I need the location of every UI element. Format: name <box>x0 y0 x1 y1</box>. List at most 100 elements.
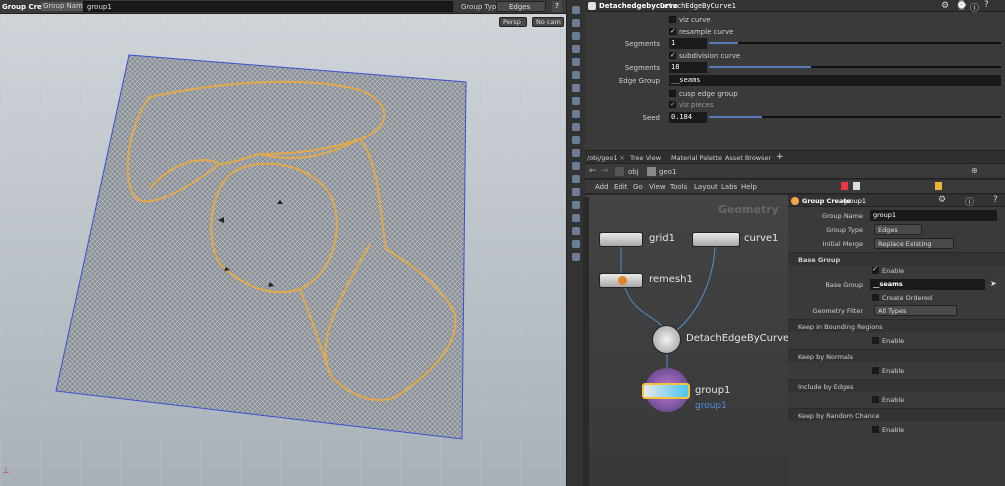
menu-view[interactable]: View <box>649 183 666 191</box>
menu-layout[interactable]: Layout <box>694 183 718 191</box>
path-obj[interactable]: obj <box>628 168 639 176</box>
add-tab-icon[interactable]: + <box>776 152 784 162</box>
group-type-dropdown[interactable]: Edges <box>496 1 546 12</box>
detach-node[interactable] <box>652 325 681 354</box>
tab-material-palette[interactable]: Material Palette <box>671 154 722 162</box>
back-icon[interactable]: ← <box>589 166 597 176</box>
parameter-pane: Detachedgebycurve DetachEdgeByCurve1 ⚙ ⌚… <box>585 0 1005 150</box>
menu-add[interactable]: Add <box>595 183 609 191</box>
handle-icon[interactable] <box>572 175 580 183</box>
curve1-node[interactable] <box>692 232 740 247</box>
gc-help-icon[interactable]: ? <box>993 195 998 205</box>
gc-edges-section[interactable]: Include by Edges <box>788 379 1005 392</box>
grid1-node[interactable] <box>599 232 643 247</box>
geo-icon <box>647 167 656 176</box>
viz-pieces-checkbox[interactable]: ✓ <box>669 101 676 108</box>
node-flag-icon[interactable] <box>841 182 848 190</box>
menu-help[interactable]: Help <box>741 183 757 191</box>
segments-label: Segments <box>624 40 660 48</box>
gc-initial-merge-dropdown[interactable]: Replace Existing <box>874 238 954 249</box>
segments2-input[interactable]: 18 <box>669 62 707 73</box>
segments-input[interactable]: 1 <box>669 38 707 49</box>
scope-icon[interactable] <box>572 240 580 248</box>
viz-pieces-label: viz pieces <box>679 101 714 109</box>
edge-group-input[interactable]: __seams <box>669 75 1001 86</box>
normals-icon[interactable] <box>572 123 580 131</box>
ortho-icon[interactable] <box>572 162 580 170</box>
camera-icon[interactable] <box>572 84 580 92</box>
group-name-input[interactable]: group1 <box>83 1 453 12</box>
menu-go[interactable]: Go <box>633 183 643 191</box>
pin-path-icon[interactable]: ⊕ <box>971 166 978 175</box>
gc-gear-icon[interactable]: ⚙ <box>938 195 946 205</box>
seed-input[interactable]: 0.184 <box>669 112 707 123</box>
lock-icon[interactable] <box>572 227 580 235</box>
cusp-edge-group-checkbox[interactable] <box>669 90 676 97</box>
tab-asset-browser[interactable]: Asset Browser <box>725 154 771 162</box>
gear-icon[interactable]: ⚙ <box>941 1 949 11</box>
gc-bounding-section[interactable]: Keep in Bounding Regions <box>788 319 1005 332</box>
grid-icon[interactable] <box>572 149 580 157</box>
gc-info-icon[interactable]: ⓘ <box>965 195 974 208</box>
network-box-icon[interactable] <box>853 182 860 190</box>
menu-tools[interactable]: Tools <box>670 183 687 191</box>
layers-icon[interactable] <box>572 214 580 222</box>
select-tool-icon[interactable] <box>572 6 580 14</box>
network-menubar: Add Edit Go View Tools Layout Labs Help <box>585 180 1005 194</box>
help-button-icon[interactable]: ? <box>984 0 989 10</box>
subdivision-curve-label: subdivision curve <box>679 52 741 60</box>
menu-labs[interactable]: Labs <box>721 183 737 191</box>
gc-enable5-checkbox[interactable] <box>872 426 879 433</box>
display-icon[interactable] <box>572 45 580 53</box>
gc-enable4-checkbox[interactable] <box>872 396 879 403</box>
points-icon[interactable] <box>572 110 580 118</box>
group1-node[interactable] <box>642 383 690 399</box>
pin-icon[interactable] <box>572 201 580 209</box>
pane-tabs: /obj/geo1 × Tree View Material Palette A… <box>585 150 1005 164</box>
tab-close-icon[interactable]: × <box>619 154 625 162</box>
snap-icon[interactable] <box>572 32 580 40</box>
gc-base-group-input[interactable]: __seams <box>870 279 985 290</box>
gc-base-group-section[interactable]: Base Group <box>788 252 1005 265</box>
gc-normals-section[interactable]: Keep by Normals <box>788 349 1005 362</box>
subdivision-curve-checkbox[interactable]: ✓ <box>669 52 676 59</box>
viz-curve-checkbox[interactable] <box>669 16 676 23</box>
gc-random-section[interactable]: Keep by Random Chance <box>788 408 1005 421</box>
path-geo1[interactable]: geo1 <box>659 168 677 176</box>
wire-icon[interactable] <box>572 136 580 144</box>
forward-icon[interactable]: → <box>601 166 609 176</box>
gc-enable2-checkbox[interactable] <box>872 337 879 344</box>
tab-obj-geo1[interactable]: /obj/geo1 <box>587 154 618 162</box>
brush-icon[interactable] <box>572 188 580 196</box>
sticky-note-icon[interactable] <box>935 182 942 190</box>
help-icon[interactable]: ? <box>552 1 562 12</box>
param-node-name[interactable]: DetachEdgeByCurve1 <box>660 2 736 10</box>
gc-node-name[interactable]: group1 <box>843 197 866 205</box>
tab-tree-view[interactable]: Tree View <box>630 154 661 162</box>
shading-icon[interactable] <box>572 97 580 105</box>
gc-geo-filter-dropdown[interactable]: All Types <box>874 305 957 316</box>
network-editor[interactable]: Geometry grid1 curve1 remesh1 DetachEdge… <box>583 195 796 486</box>
scene-viewport[interactable]: Persp No cam ⊥ <box>0 14 566 486</box>
menu-edit[interactable]: Edit <box>614 183 628 191</box>
remesh1-node[interactable] <box>599 273 643 288</box>
gc-select-arrow-icon[interactable]: ➤ <box>990 279 997 288</box>
view-tool-icon[interactable] <box>572 19 580 27</box>
info-circle-icon[interactable]: ⓘ <box>970 1 979 14</box>
viewport-toolbar: Group Create Group Name group1 Group Typ… <box>0 0 566 14</box>
gc-node-icon <box>791 197 799 205</box>
gc-group-name-input[interactable]: group1 <box>870 210 997 221</box>
gc-enable3-checkbox[interactable] <box>872 367 879 374</box>
info-icon[interactable] <box>572 253 580 261</box>
gc-enable1-checkbox[interactable]: ✓ <box>872 266 879 274</box>
camera-mode-dropdown[interactable]: Persp <box>499 17 527 27</box>
gc-create-ordered-checkbox[interactable] <box>872 294 879 301</box>
segments-slider[interactable] <box>709 42 1001 44</box>
gc-geo-filter-label: Geometry Filter <box>812 307 863 315</box>
ghost-icon[interactable] <box>572 58 580 66</box>
resample-curve-checkbox[interactable]: ✓ <box>669 28 676 35</box>
lighting-icon[interactable] <box>572 71 580 79</box>
history-icon[interactable]: ⌚ <box>956 1 967 11</box>
camera-dropdown[interactable]: No cam <box>532 17 564 27</box>
gc-group-type-dropdown[interactable]: Edges <box>874 224 922 235</box>
